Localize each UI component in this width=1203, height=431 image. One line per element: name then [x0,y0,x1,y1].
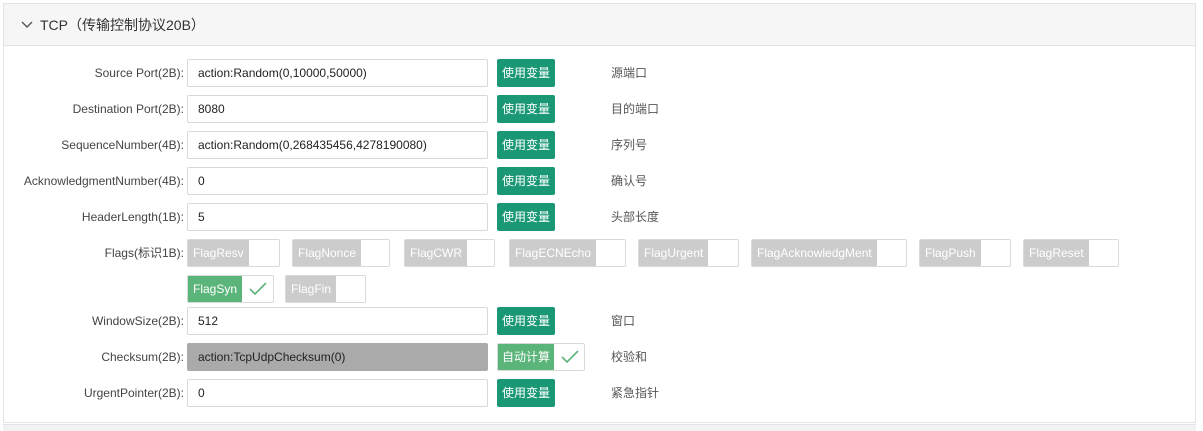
sequence-number-label: SequenceNumber(4B): [61,138,184,152]
urgent-pointer-use-variable-button[interactable]: 使用变量 [497,379,555,407]
flag-fin-checkbox[interactable] [335,276,365,302]
sequence-number-input[interactable]: action:Random(0,268435456,4278190080) [187,131,488,159]
tcp-panel: TCP（传输控制协议20B） Source Port(2B): action:R… [3,3,1196,423]
source-port-use-variable-button[interactable]: 使用变量 [497,59,555,87]
dest-port-desc: 目的端口 [611,102,660,116]
dest-port-row: Destination Port(2B): 8080 使用变量 目的端口 [4,95,1195,123]
flag-resv-toggle[interactable]: FlagResv [187,239,280,267]
ack-number-row: AcknowledgmentNumber(4B): 0 使用变量 确认号 [4,167,1195,195]
dest-port-use-variable-button[interactable]: 使用变量 [497,95,555,123]
flag-cwr-checkbox[interactable] [464,240,494,266]
flag-urgent-label: FlagUrgent [639,240,709,266]
ack-number-use-variable-button[interactable]: 使用变量 [497,167,555,195]
ack-number-label: AcknowledgmentNumber(4B): [23,174,184,188]
check-icon [561,350,579,364]
window-size-row: WindowSize(2B): 512 使用变量 窗口 [4,307,1195,335]
sequence-number-desc: 序列号 [611,138,648,152]
dest-port-label: Destination Port(2B): [72,102,184,116]
flag-reset-label: FlagReset [1024,240,1089,266]
checksum-row: Checksum(2B): action:TcpUdpChecksum(0) 自… [4,343,1195,371]
window-size-use-variable-button[interactable]: 使用变量 [497,307,555,335]
dest-port-input[interactable]: 8080 [187,95,488,123]
flag-nonce-checkbox[interactable] [359,240,389,266]
panel-title: TCP（传输控制协议20B） [40,16,205,33]
flags-label: Flags(标识1B): [104,246,184,260]
urgent-pointer-row: UrgentPointer(2B): 0 使用变量 紧急指针 [4,379,1195,407]
sequence-number-row: SequenceNumber(4B): action:Random(0,2684… [4,131,1195,159]
flag-acknowledgment-checkbox[interactable] [876,240,906,266]
checksum-auto-calc-checkbox[interactable] [556,344,584,370]
check-icon [249,282,267,296]
flag-nonce-label: FlagNonce [293,240,362,266]
urgent-pointer-desc: 紧急指针 [611,386,660,400]
window-size-desc: 窗口 [611,314,636,328]
chevron-down-icon[interactable] [20,18,34,32]
flag-cwr-label: FlagCWR [405,240,468,266]
source-port-label: Source Port(2B): [94,66,184,80]
flag-ecnecho-toggle[interactable]: FlagECNEcho [509,239,626,267]
flag-fin-toggle[interactable]: FlagFin [285,275,366,303]
urgent-pointer-input[interactable]: 0 [187,379,488,407]
source-port-desc: 源端口 [611,66,648,80]
flag-push-label: FlagPush [920,240,981,266]
tcp-panel-header[interactable]: TCP（传输控制协议20B） [4,4,1195,46]
header-length-use-variable-button[interactable]: 使用变量 [497,203,555,231]
flag-reset-toggle[interactable]: FlagReset [1023,239,1119,267]
flag-cwr-toggle[interactable]: FlagCWR [404,239,495,267]
sequence-number-use-variable-button[interactable]: 使用变量 [497,131,555,159]
flag-syn-toggle[interactable]: FlagSyn [187,275,274,303]
ack-number-desc: 确认号 [611,174,648,188]
flag-urgent-toggle[interactable]: FlagUrgent [638,239,739,267]
flags-row: Flags(标识1B): FlagResv FlagNonce FlagCWR … [4,239,1195,303]
flag-push-toggle[interactable]: FlagPush [919,239,1011,267]
urgent-pointer-label: UrgentPointer(2B): [83,386,184,400]
header-length-input[interactable]: 5 [187,203,488,231]
checksum-desc: 校验和 [611,350,648,364]
source-port-row: Source Port(2B): action:Random(0,10000,5… [4,59,1195,87]
checksum-input: action:TcpUdpChecksum(0) [187,343,488,371]
flag-syn-label: FlagSyn [188,276,243,302]
window-size-input[interactable]: 512 [187,307,488,335]
header-length-label: HeaderLength(1B): [81,210,184,224]
checksum-auto-calc-toggle[interactable]: 自动计算 [497,343,585,371]
window-size-label: WindowSize(2B): [91,314,184,328]
flag-nonce-toggle[interactable]: FlagNonce [292,239,390,267]
flag-ecnecho-label: FlagECNEcho [510,240,597,266]
checksum-label: Checksum(2B): [101,350,184,364]
flag-syn-checkbox[interactable] [243,276,273,302]
checksum-auto-calc-label: 自动计算 [498,344,554,370]
flag-acknowledgment-toggle[interactable]: FlagAcknowledgMent [751,239,907,267]
flag-reset-checkbox[interactable] [1088,240,1118,266]
flag-ecnecho-checkbox[interactable] [595,240,625,266]
flag-urgent-checkbox[interactable] [708,240,738,266]
header-length-row: HeaderLength(1B): 5 使用变量 头部长度 [4,203,1195,231]
flag-push-checkbox[interactable] [980,240,1010,266]
header-length-desc: 头部长度 [611,210,660,224]
flag-fin-label: FlagFin [286,276,337,302]
flag-resv-checkbox[interactable] [249,240,279,266]
flag-acknowledgment-label: FlagAcknowledgMent [752,240,877,266]
flag-resv-label: FlagResv [188,240,249,266]
ack-number-input[interactable]: 0 [187,167,488,195]
source-port-input[interactable]: action:Random(0,10000,50000) [187,59,488,87]
